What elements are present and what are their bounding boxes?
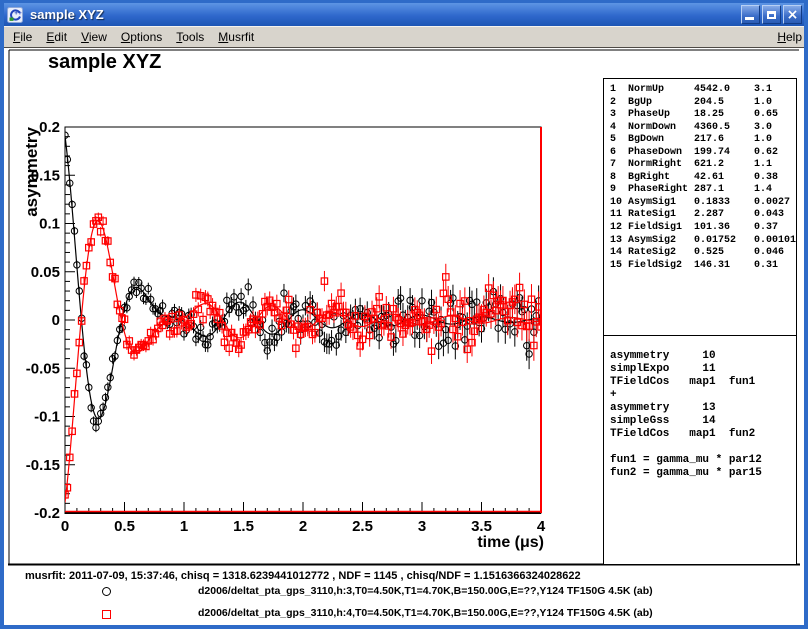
svg-text:-0.15: -0.15 bbox=[26, 457, 60, 474]
menu-bar: File Edit View Options Tools Musrfit Help bbox=[4, 26, 804, 48]
menu-right-group: Help bbox=[768, 30, 802, 44]
maximize-icon bbox=[767, 11, 776, 19]
menu-item-help[interactable]: Help bbox=[777, 30, 802, 44]
svg-text:0.05: 0.05 bbox=[31, 264, 60, 281]
menu-item-musrfit[interactable]: Musrfit bbox=[218, 30, 254, 44]
root-canvas: 0 0.5 1 1.5 2 2.5 3 3.5 4 -0.2 -0.15 -0.1 -0.05 0 0.05… bbox=[4, 48, 804, 566]
menu-item-edit[interactable]: Edit bbox=[46, 30, 67, 44]
minimize-icon bbox=[745, 17, 754, 20]
data-series-open-circle bbox=[62, 131, 544, 432]
parameter-row: 5 BgDown 217.6 1.0 bbox=[610, 134, 796, 147]
legend-entry: d2006/deltat_pta_gps_3110,h:4,T0=4.50K,T… bbox=[4, 607, 804, 621]
close-icon: × bbox=[787, 8, 799, 22]
root-app-icon: ++ bbox=[7, 7, 23, 23]
x-axis-title: time (μs) bbox=[477, 534, 544, 551]
close-button[interactable]: × bbox=[783, 5, 802, 24]
parameter-row: 3 PhaseUp 18.25 0.65 bbox=[610, 109, 796, 122]
menu-item-options[interactable]: Options bbox=[121, 30, 162, 44]
window-title: sample XYZ bbox=[30, 7, 741, 22]
plot-title: sample XYZ bbox=[48, 51, 161, 74]
parameter-row: 7 NormRight 621.2 1.1 bbox=[610, 159, 796, 172]
parameter-row: 6 PhaseDown 199.74 0.62 bbox=[610, 147, 796, 160]
minimize-button[interactable] bbox=[741, 5, 760, 24]
svg-text:4: 4 bbox=[537, 518, 546, 535]
menu-item-tools[interactable]: Tools bbox=[176, 30, 204, 44]
parameter-row: 4 NormDown 4360.5 3.0 bbox=[610, 122, 796, 135]
svg-text:0.2: 0.2 bbox=[39, 119, 60, 136]
open-square-legend-marker bbox=[102, 610, 111, 619]
svg-text:3.5: 3.5 bbox=[471, 518, 492, 535]
parameter-row: 11 RateSig1 2.287 0.043 bbox=[610, 209, 796, 222]
parameter-row: 8 BgRight 42.61 0.38 bbox=[610, 172, 796, 185]
svg-text:1: 1 bbox=[180, 518, 188, 535]
menu-left-group: File Edit View Options Tools Musrfit bbox=[4, 30, 254, 44]
parameter-row: 10 AsymSig1 0.1833 0.0027 bbox=[610, 197, 796, 210]
svg-text:0: 0 bbox=[52, 312, 60, 329]
legend-label: d2006/deltat_pta_gps_3110,h:4,T0=4.50K,T… bbox=[198, 607, 653, 619]
legend-label: d2006/deltat_pta_gps_3110,h:3,T0=4.50K,T… bbox=[198, 585, 653, 597]
parameter-row: 12 FieldSig1 101.36 0.37 bbox=[610, 222, 796, 235]
fit-status-text: musrfit: 2011-07-09, 15:37:46, chisq = 1… bbox=[25, 570, 581, 582]
open-circle-legend-marker bbox=[102, 587, 111, 596]
svg-text:0.5: 0.5 bbox=[114, 518, 135, 535]
svg-text:-0.05: -0.05 bbox=[26, 360, 60, 377]
parameter-row: 1 NormUp 4542.0 3.1 bbox=[610, 84, 796, 97]
status-legend-bar: musrfit: 2011-07-09, 15:37:46, chisq = 1… bbox=[4, 566, 804, 625]
svg-text:-0.1: -0.1 bbox=[34, 409, 60, 426]
parameter-row: 14 RateSig2 0.525 0.046 bbox=[610, 247, 796, 260]
parameter-row: 15 FieldSig2 146.31 0.31 bbox=[610, 260, 796, 273]
fit-parameters-list: 1 NormUp 4542.0 3.12 BgUp 204.5 1.03 Pha… bbox=[610, 84, 796, 272]
svg-text:0: 0 bbox=[61, 518, 69, 535]
svg-text:2.5: 2.5 bbox=[352, 518, 373, 535]
theory-panel: asymmetry 10 simplExpo 11 TFieldCos map1… bbox=[603, 335, 797, 565]
svg-text:++: ++ bbox=[14, 10, 22, 17]
window-titlebar: ++ sample XYZ × bbox=[4, 3, 804, 26]
svg-text:3: 3 bbox=[418, 518, 426, 535]
svg-text:-0.2: -0.2 bbox=[34, 505, 60, 522]
parameter-row: 2 BgUp 204.5 1.0 bbox=[610, 97, 796, 110]
parameter-row: 13 AsymSig2 0.01752 0.00101 bbox=[610, 235, 796, 248]
menu-item-file[interactable]: File bbox=[13, 30, 32, 44]
svg-text:2: 2 bbox=[299, 518, 307, 535]
y-axis-title: asymmetry bbox=[22, 126, 41, 216]
svg-text:1.5: 1.5 bbox=[233, 518, 254, 535]
legend-entry: d2006/deltat_pta_gps_3110,h:3,T0=4.50K,T… bbox=[4, 585, 804, 599]
fit-parameters-panel: 1 NormUp 4542.0 3.12 BgUp 204.5 1.03 Pha… bbox=[603, 78, 797, 336]
data-series-open-square bbox=[62, 213, 544, 503]
svg-text:0.1: 0.1 bbox=[39, 216, 60, 233]
parameter-row: 9 PhaseRight 287.1 1.4 bbox=[610, 184, 796, 197]
menu-item-view[interactable]: View bbox=[81, 30, 107, 44]
application-window: ++ sample XYZ × File Edit View Options Tools… bbox=[0, 0, 808, 629]
theory-text: asymmetry 10 simplExpo 11 TFieldCos map1… bbox=[610, 350, 796, 480]
maximize-button[interactable] bbox=[762, 5, 781, 24]
